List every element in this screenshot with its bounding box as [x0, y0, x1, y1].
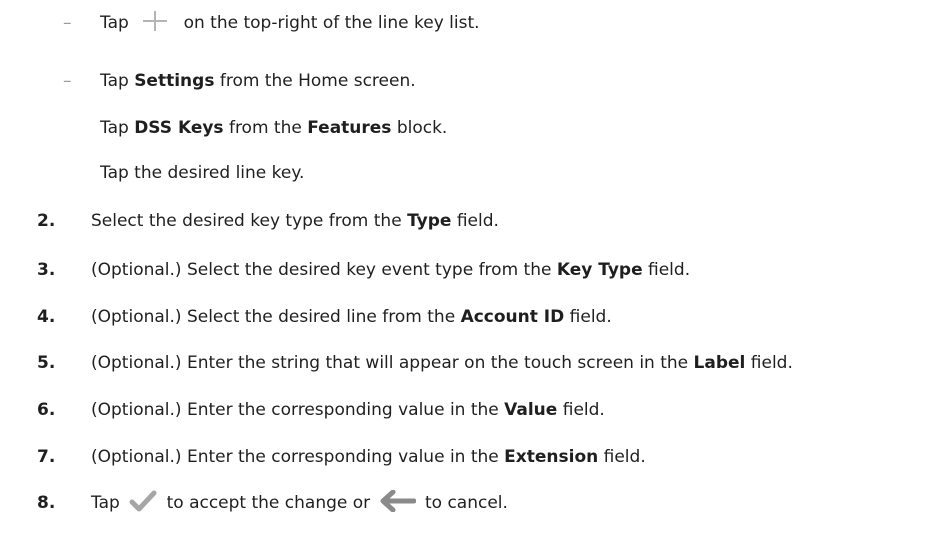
check-icon [129, 490, 157, 512]
step-text: Tap [91, 493, 120, 513]
step-text: field. [750, 353, 793, 373]
step-text: (Optional.) Enter the corresponding valu… [91, 400, 499, 420]
step-text: field. [603, 447, 646, 467]
step-text: field. [562, 400, 605, 420]
bullet-text: on the top-right of the line key list. [183, 13, 480, 33]
step-text: (Optional.) Enter the corresponding valu… [91, 447, 499, 467]
step-text: (Optional.) Enter the string that will a… [91, 353, 689, 373]
bold-term: Settings [134, 71, 215, 91]
bullet-text: Tap [100, 71, 129, 91]
step-text: (Optional.) Select the desired line from… [91, 307, 456, 327]
step-number: 4. [37, 307, 56, 327]
step-number: 3. [37, 260, 56, 280]
step-number: 2. [37, 211, 56, 231]
back-arrow-icon [380, 490, 416, 512]
bullet-dash: – [63, 71, 72, 91]
bullet-text: Tap [100, 13, 129, 33]
add-icon [140, 10, 170, 32]
bullet-dash: – [63, 13, 72, 33]
step-text: to accept the change or [166, 493, 371, 513]
step-text: field. [569, 307, 612, 327]
step-number: 7. [37, 447, 56, 467]
sub-text: block. [396, 118, 448, 138]
bold-term: DSS Keys [134, 118, 224, 138]
bold-term: Value [504, 400, 558, 420]
sub-text: Tap [100, 118, 129, 138]
step-text: field. [456, 211, 499, 231]
bullet-text: from the Home screen. [219, 71, 416, 91]
sub-text: Tap the desired line key. [100, 163, 305, 183]
bold-term: Type [407, 211, 452, 231]
step-text: to cancel. [424, 493, 508, 513]
sub-text: from the [228, 118, 302, 138]
bold-term: Account ID [460, 307, 565, 327]
step-text: field. [648, 260, 691, 280]
step-text: (Optional.) Select the desired key event… [91, 260, 552, 280]
bold-term: Key Type [556, 260, 643, 280]
bold-term: Features [307, 118, 392, 138]
step-number: 6. [37, 400, 56, 420]
bold-term: Label [693, 353, 746, 373]
step-number: 5. [37, 353, 56, 373]
bold-term: Extension [504, 447, 599, 467]
step-number: 8. [37, 493, 56, 513]
step-text: Select the desired key type from the [91, 211, 402, 231]
